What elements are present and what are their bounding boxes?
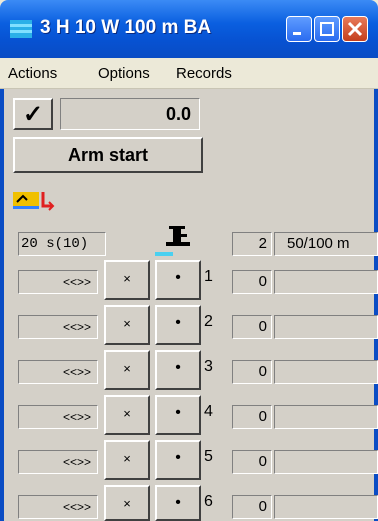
minimize-button[interactable] bbox=[286, 16, 312, 42]
lane-count: 0 bbox=[232, 270, 272, 294]
lane-number: 1 bbox=[204, 268, 213, 285]
touch-button[interactable]: • bbox=[155, 350, 201, 390]
interval-field[interactable]: 20 s(10) bbox=[18, 232, 106, 256]
lane-count: 0 bbox=[232, 495, 272, 519]
lane-count: 0 bbox=[232, 405, 272, 429]
start-block-indicator bbox=[155, 252, 173, 256]
clear-button[interactable]: × bbox=[104, 260, 150, 300]
lane-count: 0 bbox=[232, 360, 272, 384]
check-icon: ✓ bbox=[22, 100, 44, 128]
minimize-icon bbox=[293, 32, 301, 35]
menu-options[interactable]: Options bbox=[98, 65, 150, 82]
lane-number: 3 bbox=[204, 358, 213, 375]
close-button[interactable] bbox=[342, 16, 368, 42]
menu-records[interactable]: Records bbox=[176, 65, 232, 82]
lane-control[interactable]: <<>> bbox=[18, 495, 98, 519]
title-bar[interactable]: 3 H 10 W 100 m BA bbox=[0, 0, 378, 58]
distance-label: 50/100 m bbox=[274, 232, 378, 256]
lane-number: 5 bbox=[204, 448, 213, 465]
lane-control[interactable]: <<>> bbox=[18, 405, 98, 429]
clear-button[interactable]: × bbox=[104, 350, 150, 390]
lane-number: 6 bbox=[204, 493, 213, 510]
app-icon bbox=[10, 20, 32, 38]
maximize-button[interactable] bbox=[314, 16, 340, 42]
lane-count: 0 bbox=[232, 450, 272, 474]
close-icon bbox=[347, 21, 363, 37]
menu-bar: Actions Options Records bbox=[0, 58, 378, 89]
lane-count: 0 bbox=[232, 315, 272, 339]
lane-control[interactable]: <<>> bbox=[18, 315, 98, 339]
touch-button[interactable]: • bbox=[155, 305, 201, 345]
start-signal-icon[interactable] bbox=[13, 188, 58, 212]
clear-button[interactable]: × bbox=[104, 485, 150, 521]
time-display: 0.0 bbox=[60, 98, 200, 130]
starting-block-icon bbox=[166, 226, 190, 246]
lane-number: 4 bbox=[204, 403, 213, 420]
lane-time-field bbox=[274, 315, 378, 339]
clear-button[interactable]: × bbox=[104, 395, 150, 435]
lane-time-field bbox=[274, 270, 378, 294]
lane-time-field bbox=[274, 450, 378, 474]
maximize-icon bbox=[320, 22, 334, 36]
touch-button[interactable]: • bbox=[155, 260, 201, 300]
start-block-button[interactable] bbox=[155, 214, 201, 256]
clear-button[interactable]: × bbox=[104, 305, 150, 345]
lane-time-field bbox=[274, 495, 378, 519]
arm-start-button[interactable]: Arm start bbox=[13, 137, 203, 173]
lane-control[interactable]: <<>> bbox=[18, 360, 98, 384]
lane-time-field bbox=[274, 405, 378, 429]
window-title: 3 H 10 W 100 m BA bbox=[40, 17, 212, 38]
lane-number: 2 bbox=[204, 313, 213, 330]
touch-button[interactable]: • bbox=[155, 485, 201, 521]
lane-control[interactable]: <<>> bbox=[18, 270, 98, 294]
menu-actions[interactable]: Actions bbox=[8, 65, 57, 82]
confirm-button[interactable]: ✓ bbox=[13, 98, 53, 130]
swimmer-count: 2 bbox=[232, 232, 272, 256]
lane-time-field bbox=[274, 360, 378, 384]
lane-control[interactable]: <<>> bbox=[18, 450, 98, 474]
touch-button[interactable]: • bbox=[155, 395, 201, 435]
touch-button[interactable]: • bbox=[155, 440, 201, 480]
clear-button[interactable]: × bbox=[104, 440, 150, 480]
